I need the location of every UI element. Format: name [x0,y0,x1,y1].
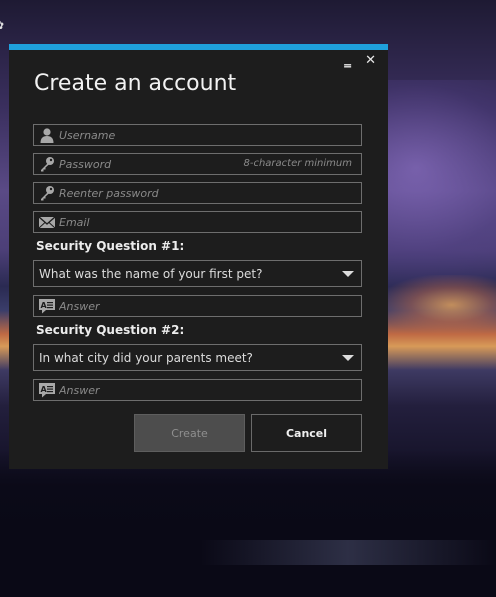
background-water-reflection [200,540,496,565]
svg-text:A: A [41,385,48,394]
security-answer-1-input[interactable] [59,297,349,315]
svg-text:A: A [41,301,48,310]
envelope-icon [38,214,56,230]
chevron-down-icon [342,271,354,277]
window-controls: ‗ ✕ [344,53,376,68]
desktop-icon[interactable]: ✿ [0,18,4,32]
security-question-2-select[interactable]: In what city did your parents meet? [33,344,362,371]
security-answer-2-input[interactable] [59,381,349,399]
email-input[interactable] [59,213,349,231]
create-button[interactable]: Create [134,414,245,452]
cancel-button[interactable]: Cancel [251,414,362,452]
security-question-1-value: What was the name of your first pet? [39,267,263,281]
answer-icon: A [38,298,56,314]
username-input[interactable] [59,126,349,144]
key-icon [38,156,56,172]
username-field[interactable] [33,124,362,146]
reenter-password-field[interactable] [33,182,362,204]
reenter-password-input[interactable] [59,184,349,202]
password-field[interactable]: 8-character minimum [33,153,362,175]
create-account-dialog: ‗ ✕ Create an account 8-character minimu… [9,44,388,469]
key-icon [38,185,56,201]
close-button[interactable]: ✕ [365,54,376,68]
answer-icon: A [38,382,56,398]
minimize-button[interactable]: ‗ [344,53,351,68]
password-hint: 8-character minimum [243,158,353,169]
dialog-title: Create an account [34,71,237,96]
security-question-1-select[interactable]: What was the name of your first pet? [33,260,362,287]
security-answer-2-field[interactable]: A [33,379,362,401]
user-icon [38,127,56,143]
chevron-down-icon [342,355,354,361]
security-question-2-label: Security Question #2: [36,323,185,337]
security-answer-1-field[interactable]: A [33,295,362,317]
email-field[interactable] [33,211,362,233]
security-question-2-value: In what city did your parents meet? [39,351,253,365]
security-question-1-label: Security Question #1: [36,239,185,253]
background-sunset-cloud [380,275,496,335]
background-treeline [0,450,496,597]
